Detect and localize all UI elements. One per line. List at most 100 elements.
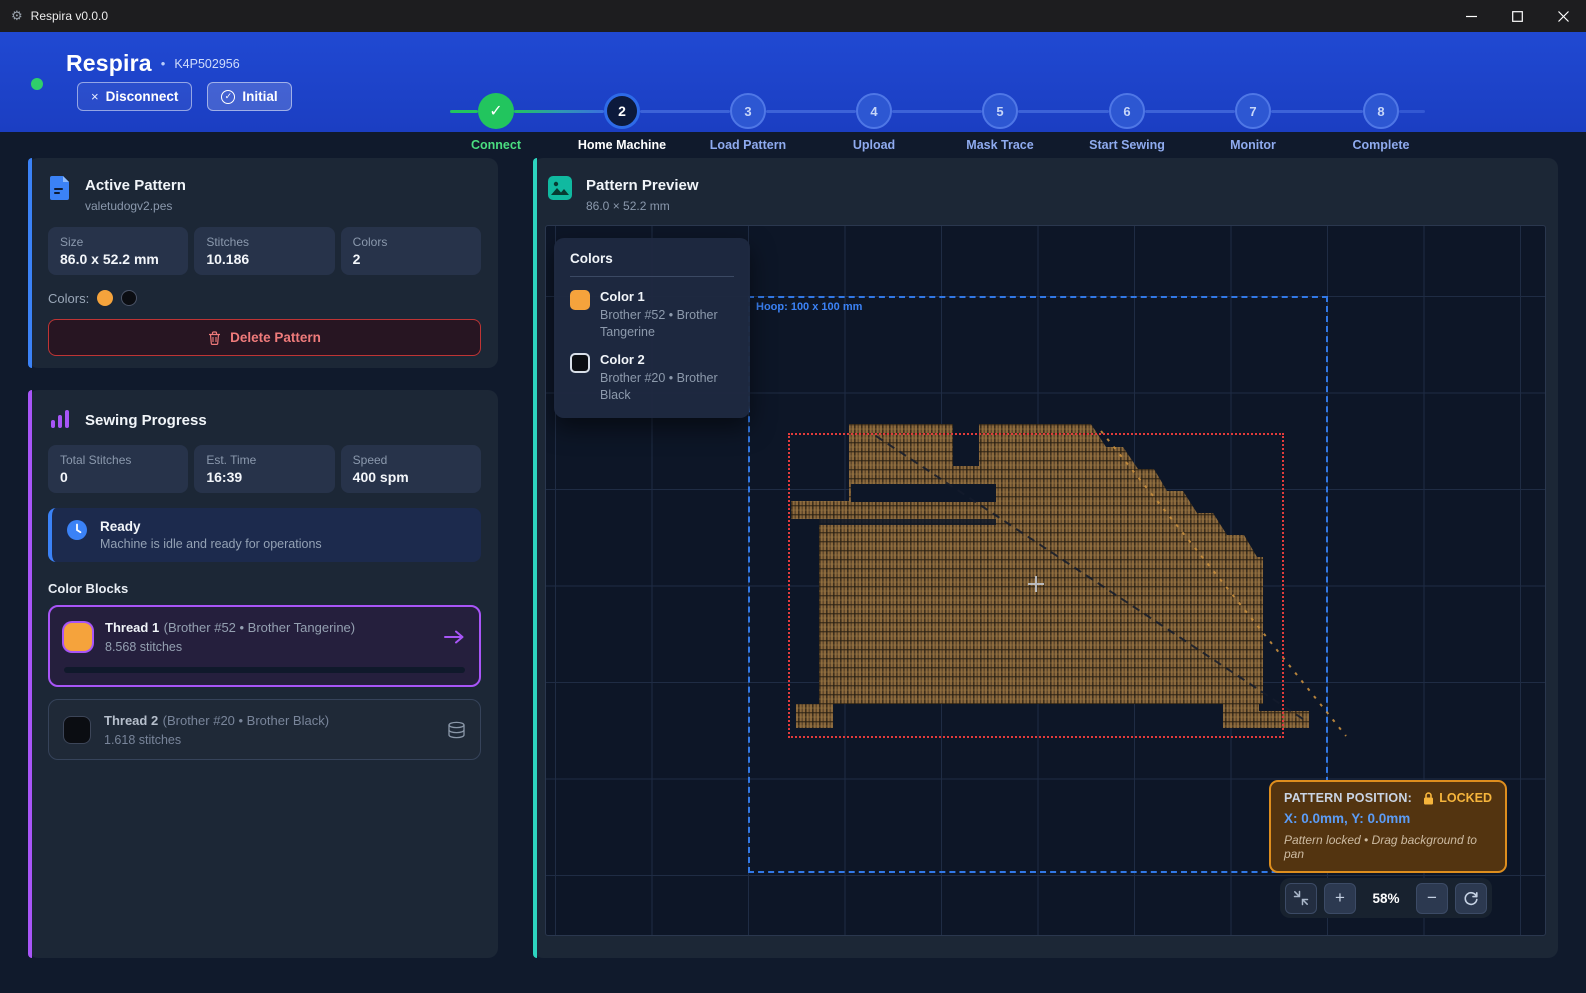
trash-icon — [208, 331, 221, 345]
step-complete[interactable]: 8 — [1363, 93, 1399, 129]
thread-2-block[interactable]: Thread 2 (Brother #20 • Brother Black) 1… — [48, 699, 481, 760]
delete-pattern-label: Delete Pattern — [230, 330, 321, 345]
machine-serial: K4P502956 — [174, 57, 239, 71]
step-connector — [1145, 110, 1235, 113]
file-icon — [48, 175, 72, 213]
app-icon: ⚙ — [11, 8, 23, 24]
thread-1-name: Thread 1 — [105, 620, 159, 635]
check-icon: ✓ — [489, 101, 502, 121]
step-label-complete: Complete — [1311, 138, 1451, 152]
sewing-progress-title: Sewing Progress — [85, 410, 207, 429]
step-connector — [1018, 110, 1109, 113]
pattern-lock-hint: Pattern locked • Drag background to pan — [1284, 833, 1492, 861]
disconnect-label: Disconnect — [106, 89, 179, 104]
thread-1-block[interactable]: Thread 1 (Brother #52 • Brother Tangerin… — [48, 605, 481, 687]
disconnect-button[interactable]: × Disconnect — [77, 82, 192, 111]
stat-colors: Colors 2 — [341, 227, 481, 275]
image-icon — [547, 175, 573, 213]
lock-icon — [1423, 792, 1434, 805]
pattern-position-overlay: PATTERN POSITION: LOCKED X: 0.0mm, Y: 0.… — [1269, 780, 1507, 873]
connection-status-dot — [31, 78, 43, 90]
pattern-preview-card: Pattern Preview 86.0 × 52.2 mm Hoop: 100… — [533, 158, 1558, 958]
stat-size: Size 86.0 x 52.2 mm — [48, 227, 188, 275]
delete-pattern-button[interactable]: Delete Pattern — [48, 319, 481, 356]
close-button[interactable] — [1540, 0, 1586, 32]
stat-speed: Speed 400 spm — [341, 445, 481, 493]
legend-swatch-orange — [570, 290, 590, 310]
bar-chart-icon — [48, 407, 72, 431]
reset-view-button[interactable] — [1455, 883, 1487, 914]
maximize-button[interactable] — [1494, 0, 1540, 32]
layers-icon — [447, 721, 466, 739]
pattern-dimensions: 86.0 × 52.2 mm — [586, 199, 699, 213]
step-label-upload: Upload — [804, 138, 944, 152]
step-label-load-pattern: Load Pattern — [678, 138, 818, 152]
zoom-toolbar: + 58% − — [1280, 878, 1492, 918]
zoom-out-button[interactable]: − — [1416, 883, 1448, 914]
arrow-right-icon[interactable] — [443, 629, 465, 645]
thread-2-name: Thread 2 — [104, 713, 158, 728]
brand-title: Respira — [66, 50, 152, 77]
clock-icon — [66, 519, 88, 541]
thread-2-detail: (Brother #20 • Brother Black) — [163, 713, 329, 728]
step-home-machine[interactable]: 2 — [604, 93, 640, 129]
step-monitor[interactable]: 7 — [1235, 93, 1271, 129]
app-window: ⚙ Respira v0.0.0 Respira • K4P502956 × D… — [0, 0, 1586, 993]
active-pattern-title: Active Pattern — [85, 175, 186, 194]
colors-label: Colors: — [48, 291, 89, 306]
step-load-pattern[interactable]: 3 — [730, 93, 766, 129]
legend-entry-color-1: Color 1 Brother #52 • Brother Tangerine — [570, 289, 734, 341]
pattern-preview-title: Pattern Preview — [586, 175, 699, 194]
sewing-progress-card: Sewing Progress Total Stitches 0 Est. Ti… — [28, 390, 498, 958]
window-title: Respira v0.0.0 — [31, 9, 108, 23]
zoom-level: 58% — [1363, 891, 1409, 906]
check-circle-icon: ✓ — [221, 90, 235, 104]
step-label-connect: Connect — [426, 138, 566, 152]
thread-1-detail: (Brother #52 • Brother Tangerine) — [164, 620, 355, 635]
machine-status-banner: Ready Machine is idle and ready for oper… — [48, 508, 481, 562]
pattern-position-label: PATTERN POSITION: — [1284, 791, 1412, 805]
locked-label: LOCKED — [1439, 791, 1492, 805]
step-start-sewing[interactable]: 6 — [1109, 93, 1145, 129]
plus-icon: + — [1335, 888, 1345, 908]
minimize-button[interactable] — [1448, 0, 1494, 32]
color-blocks-heading: Color Blocks — [48, 581, 481, 596]
step-upload[interactable]: 4 — [856, 93, 892, 129]
colors-legend: Colors Color 1 Brother #52 • Brother Tan… — [554, 238, 750, 418]
legend-title: Colors — [570, 251, 734, 266]
step-connector — [1399, 110, 1425, 113]
stat-stitches: Stitches 10.186 — [194, 227, 334, 275]
close-icon: × — [91, 89, 99, 104]
brand-separator: • — [161, 56, 166, 71]
step-mask-trace[interactable]: 5 — [982, 93, 1018, 129]
step-label-monitor: Monitor — [1183, 138, 1323, 152]
color-swatch-orange — [97, 290, 113, 306]
step-label-start-sewing: Start Sewing — [1057, 138, 1197, 152]
pattern-coordinates: X: 0.0mm, Y: 0.0mm — [1284, 811, 1492, 826]
step-connector — [892, 110, 982, 113]
status-description: Machine is idle and ready for operations — [100, 537, 322, 551]
step-connector — [640, 110, 730, 113]
fit-to-screen-button[interactable] — [1285, 883, 1317, 914]
thread-1-progress-bar — [64, 667, 465, 673]
status-title: Ready — [100, 519, 322, 534]
pattern-filename: valetudogv2.pes — [85, 199, 186, 213]
legend-swatch-black — [570, 353, 590, 373]
initial-label: Initial — [242, 89, 277, 104]
thread-2-swatch — [63, 716, 91, 744]
step-connector — [1271, 110, 1363, 113]
active-pattern-card: Active Pattern valetudogv2.pes Size 86.0… — [28, 158, 498, 368]
stat-est-time: Est. Time 16:39 — [194, 445, 334, 493]
step-connect[interactable]: ✓ — [478, 93, 514, 129]
preview-canvas[interactable]: Hoop: 100 x 100 mm — [545, 225, 1546, 936]
step-connector — [450, 110, 478, 113]
initial-button[interactable]: ✓ Initial — [207, 82, 291, 111]
legend-divider — [570, 276, 734, 277]
stat-total-stitches: Total Stitches 0 — [48, 445, 188, 493]
zoom-in-button[interactable]: + — [1324, 883, 1356, 914]
minus-icon: − — [1427, 888, 1437, 908]
step-connector — [766, 110, 856, 113]
thread-1-stitches: 8.568 stitches — [105, 640, 355, 654]
app-header: Respira • K4P502956 × Disconnect ✓ Initi… — [0, 32, 1586, 132]
step-label-mask-trace: Mask Trace — [930, 138, 1070, 152]
